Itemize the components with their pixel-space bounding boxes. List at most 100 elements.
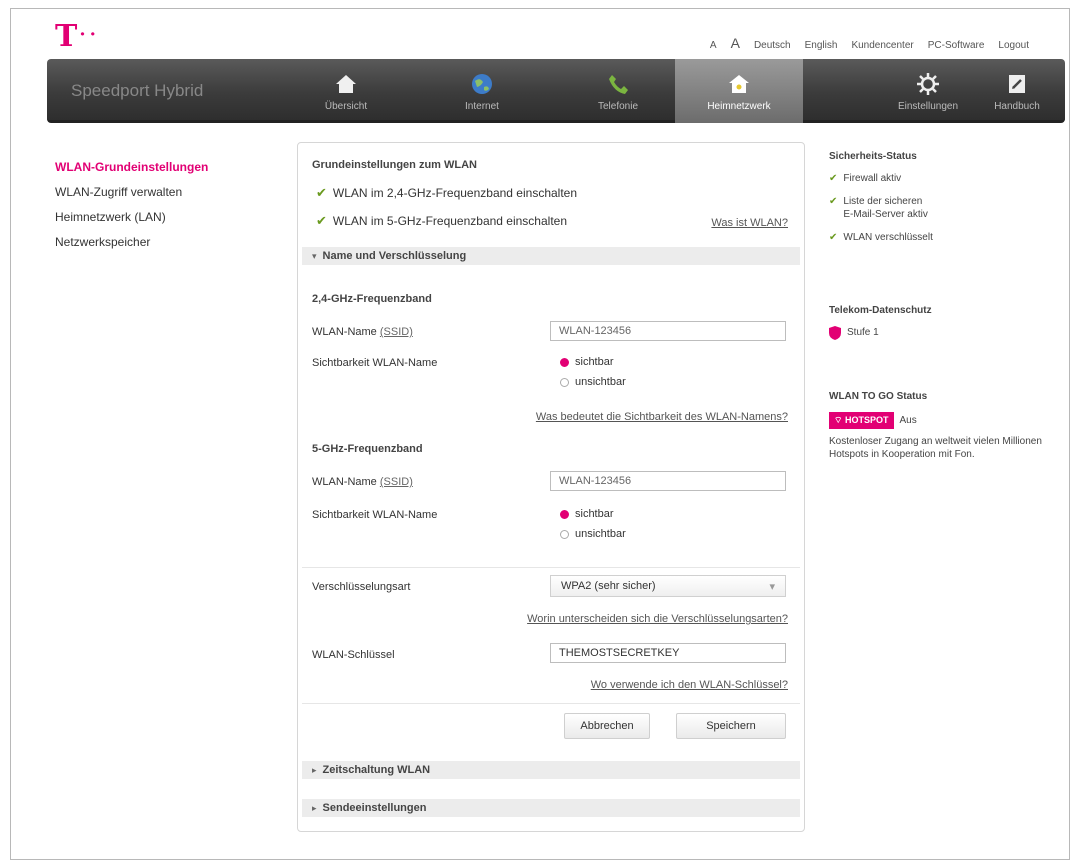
sidebar-item-wlan-access[interactable]: WLAN-Zugriff verwalten xyxy=(55,180,208,205)
sidebar-item-wlan-basic[interactable]: WLAN-Grundeinstellungen xyxy=(55,155,208,180)
nav-item-manual[interactable]: Handbuch xyxy=(977,59,1057,123)
radio-selected-icon[interactable] xyxy=(560,509,569,519)
band5-visibility-label: Sichtbarkeit WLAN-Name xyxy=(312,509,438,521)
checkmark-icon[interactable]: ✔ xyxy=(316,185,327,201)
wlan-key-help-link[interactable]: Wo verwende ich den WLAN-Schlüssel? xyxy=(591,679,788,691)
shield-icon xyxy=(829,326,841,340)
section-name-encryption[interactable]: ▾ Name und Verschlüsselung xyxy=(302,247,800,265)
status-firewall: ✔ Firewall aktiv xyxy=(829,172,933,185)
nav-item-settings[interactable]: Einstellungen xyxy=(883,59,973,123)
encryption-select[interactable]: WPA2 (sehr sicher) ▾ xyxy=(550,575,786,597)
band24-ssid-label-text: WLAN-Name xyxy=(312,326,377,338)
encryption-label: Verschlüsselungsart xyxy=(312,581,411,593)
sidebar-item-network-storage[interactable]: Netzwerkspeicher xyxy=(55,230,208,255)
security-status: Sicherheits-Status ✔ Firewall aktiv ✔ Lis… xyxy=(829,151,933,244)
nav-item-home-network[interactable]: Heimnetzwerk xyxy=(675,59,803,123)
section-name-encryption-label: Name und Verschlüsselung xyxy=(322,250,467,262)
radio-unselected-icon[interactable] xyxy=(560,377,569,387)
wlan24-checkbox-row[interactable]: ✔ WLAN im 2,4-GHz-Frequenzband einschalt… xyxy=(316,185,577,201)
section-transmit[interactable]: ▸ Sendeeinstellungen xyxy=(302,799,800,817)
nav-item-internet-label: Internet xyxy=(465,101,499,112)
nav-item-overview-label: Übersicht xyxy=(324,101,368,112)
privacy-level[interactable]: Stufe 1 xyxy=(829,326,932,340)
main-navbar: Speedport Hybrid Übersicht Internet Tele… xyxy=(47,59,1065,123)
band5-ssid-help-link[interactable]: (SSID) xyxy=(380,476,413,488)
sidebar-item-lan[interactable]: Heimnetzwerk (LAN) xyxy=(55,205,208,230)
telekom-logo[interactable]: T·· xyxy=(55,19,100,54)
network-icon xyxy=(729,75,749,93)
chevron-right-icon: ▸ xyxy=(312,803,317,813)
wlan5-checkbox-label: WLAN im 5-GHz-Frequenzband einschalten xyxy=(332,214,568,228)
band5-ssid-input[interactable] xyxy=(550,471,786,491)
band24-invisible-radio[interactable]: unsichtbar xyxy=(560,373,626,391)
status-wlan-encrypted-text: WLAN verschlüsselt xyxy=(843,232,933,243)
nav-item-settings-label: Einstellungen xyxy=(897,101,959,112)
radio-unselected-icon[interactable] xyxy=(560,529,569,539)
section-timer[interactable]: ▸ Zeitschaltung WLAN xyxy=(302,761,800,779)
top-links: A A Deutsch English Kundencenter PC-Soft… xyxy=(710,35,1029,51)
encryption-help-link[interactable]: Worin unterscheiden sich die Verschlüsse… xyxy=(527,613,788,625)
customer-center-link[interactable]: Kundencenter xyxy=(851,40,913,51)
privacy-title: Telekom-Datenschutz xyxy=(829,305,932,316)
visibility-help-link[interactable]: Was bedeutet die Sichtbarkeit des WLAN-N… xyxy=(536,411,788,423)
band5-ssid-label: WLAN-Name (SSID) xyxy=(312,476,413,488)
hotspot-status[interactable]: ⌔ HOTSPOT Aus xyxy=(829,412,1049,429)
nav-item-telephony[interactable]: Telefonie xyxy=(559,59,677,123)
nav-item-internet[interactable]: Internet xyxy=(423,59,541,123)
divider xyxy=(302,567,800,568)
check-icon: ✔ xyxy=(829,173,838,184)
pc-software-link[interactable]: PC-Software xyxy=(928,40,985,51)
logout-link[interactable]: Logout xyxy=(998,40,1029,51)
globe-icon xyxy=(472,74,492,94)
band5-invisible-radio[interactable]: unsichtbar xyxy=(560,525,626,543)
band24-ssid-input[interactable] xyxy=(550,321,786,341)
chevron-down-icon: ▾ xyxy=(312,251,317,261)
nav-item-manual-label: Handbuch xyxy=(994,101,1040,112)
home-icon xyxy=(336,75,356,93)
gear-icon xyxy=(917,73,939,95)
manual-icon xyxy=(1009,75,1025,93)
section-transmit-label: Sendeeinstellungen xyxy=(322,802,427,814)
status-mail: ✔ Liste der sicheren E-Mail-Server aktiv xyxy=(829,195,933,221)
cancel-button[interactable]: Abbrechen xyxy=(564,713,650,739)
panel-title: Grundeinstellungen zum WLAN xyxy=(312,159,477,171)
wifi-icon: ⌔ xyxy=(834,415,843,425)
font-size-small-button[interactable]: A xyxy=(710,40,717,51)
nav-item-telephony-label: Telefonie xyxy=(597,101,639,112)
hotspot-badge-text: HOTSPOT xyxy=(844,415,889,425)
encryption-select-value: WPA2 (sehr sicher) xyxy=(561,580,656,592)
band5-visible-label: sichtbar xyxy=(575,508,614,520)
wlan5-checkbox-row[interactable]: ✔ WLAN im 5-GHz-Frequenzband einschalten xyxy=(316,213,567,229)
status-firewall-text: Firewall aktiv xyxy=(843,173,902,184)
privacy-status: Telekom-Datenschutz Stufe 1 xyxy=(829,305,932,340)
band24-visible-label: sichtbar xyxy=(575,356,614,368)
language-english-link[interactable]: English xyxy=(805,40,838,51)
band24-visible-radio[interactable]: sichtbar xyxy=(560,353,614,371)
language-deutsch-link[interactable]: Deutsch xyxy=(754,40,791,51)
what-is-wlan-link[interactable]: Was ist WLAN? xyxy=(711,217,788,229)
check-icon: ✔ xyxy=(829,232,838,243)
wlan-key-input[interactable] xyxy=(550,643,786,663)
logo-t: T xyxy=(55,19,80,54)
nav-item-home-network-label: Heimnetzwerk xyxy=(707,101,771,112)
wlan-key-label: WLAN-Schlüssel xyxy=(312,649,395,661)
font-size-large-button[interactable]: A xyxy=(731,35,740,51)
band5-invisible-label: unsichtbar xyxy=(575,528,626,540)
wlan24-checkbox-label: WLAN im 2,4-GHz-Frequenzband einschalten xyxy=(332,186,578,200)
save-button[interactable]: Speichern xyxy=(676,713,786,739)
radio-selected-icon[interactable] xyxy=(560,357,569,367)
band24-ssid-help-link[interactable]: (SSID) xyxy=(380,326,413,338)
band5-visible-radio[interactable]: sichtbar xyxy=(560,505,614,523)
product-name: Speedport Hybrid xyxy=(71,81,204,100)
band24-ssid-label: WLAN-Name (SSID) xyxy=(312,326,413,338)
hotspot-badge: ⌔ HOTSPOT xyxy=(829,412,894,429)
privacy-level-text: Stufe 1 xyxy=(847,327,879,338)
wlan-to-go-status: WLAN TO GO Status ⌔ HOTSPOT Aus Kostenlo… xyxy=(829,391,1049,461)
nav-item-overview[interactable]: Übersicht xyxy=(287,59,405,123)
divider xyxy=(302,703,800,704)
status-mail-text: Liste der sicheren E-Mail-Server aktiv xyxy=(843,195,927,221)
band5-ssid-label-text: WLAN-Name xyxy=(312,476,377,488)
checkmark-icon[interactable]: ✔ xyxy=(316,213,327,229)
section-timer-label: Zeitschaltung WLAN xyxy=(322,764,431,776)
chevron-right-icon: ▸ xyxy=(312,765,317,775)
